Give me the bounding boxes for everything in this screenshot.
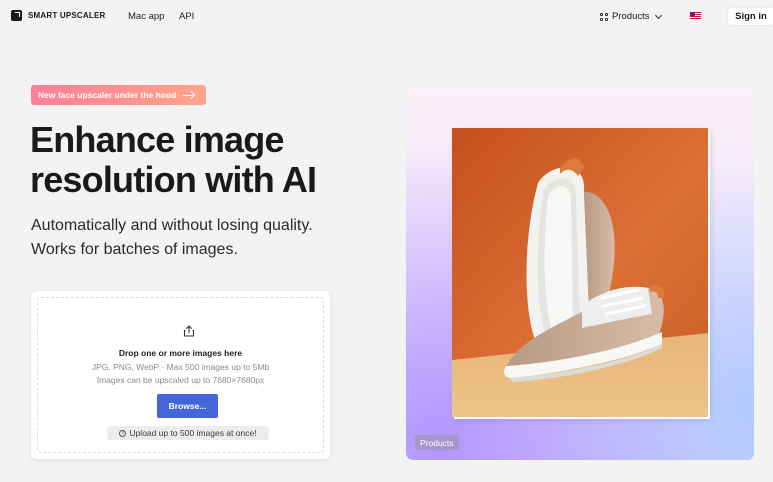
- products-menu-label: Products: [612, 11, 650, 22]
- nav-link-api[interactable]: API: [179, 11, 194, 22]
- page-title: Enhance image resolution with AI: [30, 120, 370, 200]
- subtitle-line-1: Automatically and without losing quality…: [31, 217, 313, 234]
- page-title-line-2: resolution with AI: [30, 159, 317, 200]
- batch-upload-badge: i Upload up to 500 images at once!: [107, 426, 269, 440]
- dropzone-format-info: JPG, PNG, WebP · Max 500 images up to 5M…: [91, 362, 270, 372]
- page-title-line-1: Enhance image: [30, 119, 285, 160]
- upload-icon: [183, 325, 195, 337]
- sneaker-photo-illustration: [452, 128, 708, 417]
- products-tag[interactable]: Products: [415, 435, 459, 450]
- browse-button[interactable]: Browse...: [157, 394, 218, 418]
- products-menu[interactable]: Products: [600, 11, 662, 22]
- dropzone-title: Drop one or more images here: [118, 348, 243, 358]
- info-icon: i: [119, 429, 127, 437]
- image-dropzone[interactable]: Drop one or more images here JPG, PNG, W…: [37, 297, 324, 453]
- batch-upload-label: Upload up to 500 images at once!: [129, 428, 257, 438]
- subtitle-line-2: Works for batches of images.: [31, 241, 238, 258]
- announcement-label: New face upscaler under the hood: [38, 90, 177, 100]
- arrow-right-icon: [183, 91, 195, 99]
- page-subtitle: Automatically and without losing quality…: [31, 214, 361, 262]
- example-product-photo: [452, 128, 708, 417]
- top-nav: SMART UPSCALER Mac app API Products Sign…: [0, 0, 773, 33]
- upload-card: Drop one or more images here JPG, PNG, W…: [31, 291, 330, 459]
- sign-in-button[interactable]: Sign in: [727, 7, 773, 26]
- us-flag-icon[interactable]: [690, 12, 701, 19]
- announcement-pill[interactable]: New face upscaler under the hood: [31, 85, 206, 105]
- example-image-panel: Products: [406, 86, 754, 460]
- grid-icon: [600, 12, 608, 21]
- logo-text: SMART UPSCALER: [28, 11, 106, 20]
- nav-link-mac-app[interactable]: Mac app: [128, 11, 164, 22]
- dropzone-size-info: Images can be upscaled up to 7680×7680px: [96, 375, 265, 385]
- chevron-down-icon: [654, 11, 662, 19]
- logo-icon: [11, 10, 22, 21]
- logo[interactable]: SMART UPSCALER: [11, 10, 105, 21]
